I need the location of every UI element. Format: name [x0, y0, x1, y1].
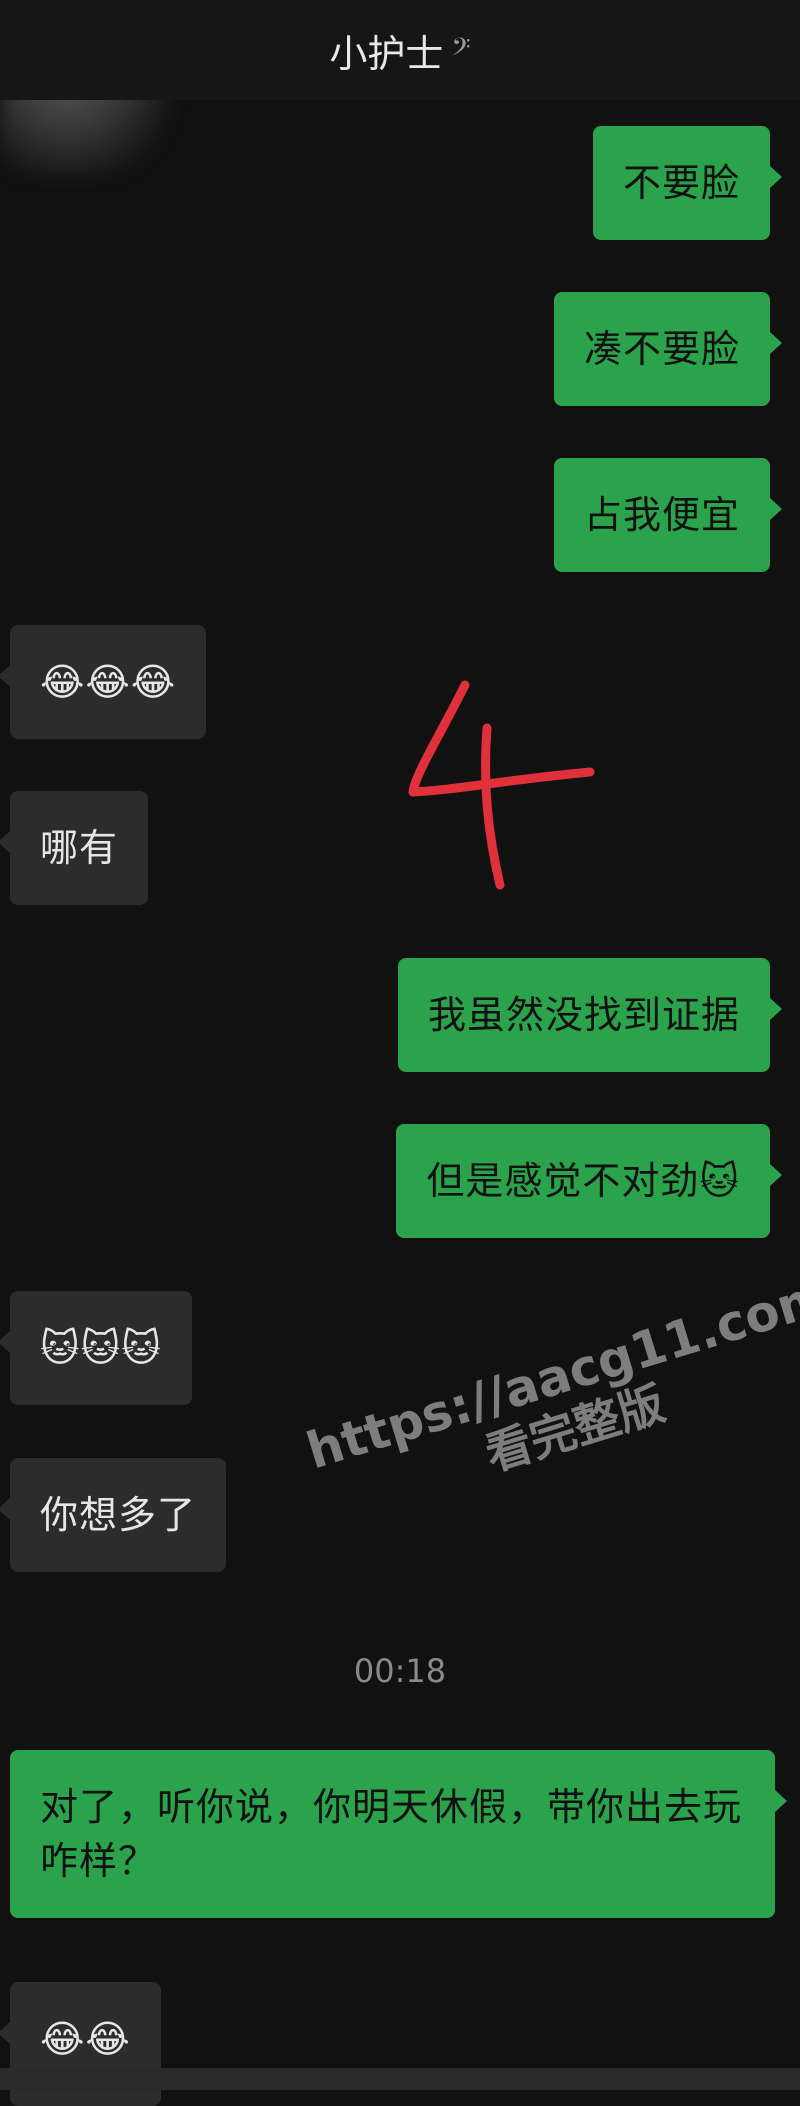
message-bubble-sent[interactable]: 对了，听你说，你明天休假，带你出去玩咋样？: [10, 1750, 787, 1918]
message-bubble-received[interactable]: 哪有: [0, 791, 149, 905]
message-text: 😂😂😂: [40, 660, 177, 704]
message-text: 不要脸: [622, 161, 740, 205]
message-bubble-sent[interactable]: 占我便宜: [553, 458, 783, 572]
message-text: 凑不要脸: [583, 327, 740, 371]
message-text: 我虽然没找到证据: [427, 993, 740, 1037]
message-timestamp: 00:18: [353, 1652, 447, 1690]
message-text: 对了，听你说，你明天休假，带你出去玩咋样？: [40, 1785, 743, 1883]
bottom-bar: [0, 2068, 800, 2090]
message-text: 🐱🐱🐱: [40, 1326, 162, 1370]
message-bubble-sent[interactable]: 我虽然没找到证据: [397, 958, 783, 1072]
ear-icon[interactable]: 𝄢: [451, 33, 470, 68]
message-text: 占我便宜: [583, 493, 740, 537]
message-text: 哪有: [40, 826, 119, 870]
handwritten-number-annotation: [395, 680, 615, 904]
watermark: https://aacg11.com 看完整版: [300, 1266, 800, 1534]
message-text: 你想多了: [40, 1493, 197, 1537]
annotation-4-drawing: [408, 680, 595, 890]
message-text: 但是感觉不对劲🐱: [426, 1159, 740, 1203]
message-bubble-sent[interactable]: 凑不要脸: [553, 292, 783, 406]
chat-header: 小护士 𝄢: [0, 0, 800, 100]
message-bubble-sent[interactable]: 不要脸: [592, 126, 783, 240]
chat-title: 小护士: [329, 31, 444, 76]
message-bubble-received[interactable]: 😂😂😂: [0, 625, 207, 739]
message-bubble-received[interactable]: 🐱🐱🐱: [0, 1291, 192, 1405]
message-bubble-received[interactable]: 你想多了: [0, 1458, 227, 1572]
message-text: 😂😂: [40, 2017, 131, 2061]
message-bubble-sent[interactable]: 但是感觉不对劲🐱: [396, 1124, 782, 1238]
